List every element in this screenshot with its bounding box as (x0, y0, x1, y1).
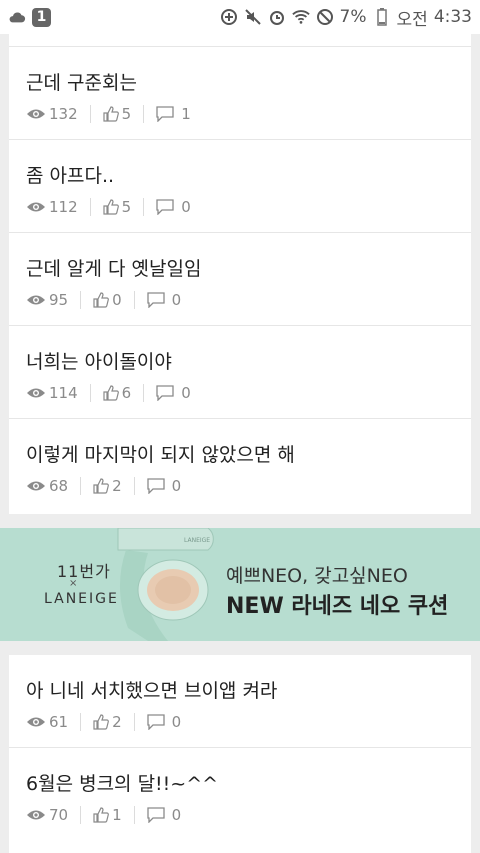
ad-headline: NEW 라네즈 네오 쿠션 (226, 594, 449, 619)
meta-divider (133, 713, 135, 731)
post-meta: 95 0 0 (26, 289, 181, 311)
meta-divider (133, 291, 135, 309)
eye-icon (27, 295, 45, 305)
view-count: 114 (49, 384, 78, 402)
eye-icon (27, 717, 45, 727)
comment-count: 0 (171, 713, 182, 731)
meta-divider (143, 384, 145, 402)
like-count: 1 (112, 806, 122, 824)
meta-divider (133, 477, 135, 495)
mute-icon (244, 8, 262, 26)
meta-divider (89, 198, 91, 216)
meta-divider (80, 713, 82, 731)
comment-count: 1 (181, 105, 191, 123)
view-count: 68 (49, 477, 69, 495)
wifi-icon (291, 8, 310, 26)
meta-divider (143, 198, 145, 216)
eye-icon (27, 810, 45, 820)
ad-banner[interactable]: 11번가 × LANEIGE LANEIGE 예쁘NEO, 갖고싶NEO NEW… (0, 528, 480, 641)
comment-icon (156, 385, 174, 401)
post-item[interactable]: 이렇게 마지막이 되지 않았으면 해 68 2 0 (9, 419, 471, 512)
thumbs-up-icon (93, 714, 109, 730)
meta-divider (80, 806, 82, 824)
post-title: 아 니네 서치했으면 브이앱 켜라 (26, 680, 278, 702)
thumbs-up-icon (93, 478, 109, 494)
partner-logo: 11번가 (57, 562, 111, 581)
comment-count: 0 (171, 806, 182, 824)
eye-icon (27, 202, 45, 212)
post-meta: 112 5 0 (26, 196, 191, 218)
post-item[interactable]: 아 니네 서치했으면 브이앱 켜라 61 2 0 (9, 655, 471, 748)
comment-icon (146, 292, 165, 308)
comment-icon (156, 106, 174, 122)
thumbs-up-icon (103, 199, 119, 215)
no-signal-icon (316, 8, 334, 26)
eye-icon (27, 109, 45, 119)
thumbs-up-icon (93, 807, 109, 823)
thumbs-up-icon (103, 385, 119, 401)
comment-icon (156, 199, 174, 215)
cloud-icon (8, 8, 26, 26)
post-meta: 68 2 0 (26, 475, 181, 497)
meta-divider (89, 105, 91, 123)
comment-count: 0 (181, 198, 191, 216)
post-item[interactable]: 6월은 병크의 달!!~^^ 70 1 0 (9, 748, 471, 841)
post-title: 근데 알게 다 옛날일임 (26, 258, 202, 280)
product-image: LANEIGE (117, 528, 214, 641)
post-list-previous-edge (9, 34, 471, 47)
meta-divider (89, 384, 91, 402)
comment-icon (146, 478, 165, 494)
post-meta: 61 2 0 (26, 711, 181, 733)
view-count: 132 (49, 105, 78, 123)
comment-count: 0 (171, 291, 182, 309)
battery-icon (373, 8, 391, 26)
post-meta: 132 5 1 (26, 103, 191, 125)
notification-count-badge: 1 (32, 7, 51, 27)
meta-divider (143, 105, 145, 123)
battery-percent: 7% (339, 7, 367, 27)
like-count: 5 (121, 105, 132, 123)
time-clock: 4:33 (433, 7, 472, 27)
post-item[interactable]: 너희는 아이돌이야 114 6 0 (9, 326, 471, 419)
comment-icon (146, 807, 165, 823)
post-list-top: 근데 구준회는 132 5 1 좀 아프다.. 112 5 0 근데 알게 다 … (9, 34, 471, 514)
ad-tagline: 예쁘NEO, 갖고싶NEO (226, 565, 408, 587)
view-count: 61 (49, 713, 69, 731)
post-list-bottom: 아 니네 서치했으면 브이앱 켜라 61 2 0 6월은 병크의 달!!~^^ … (9, 655, 471, 853)
post-title: 이렇게 마지막이 되지 않았으면 해 (26, 444, 295, 466)
like-count: 2 (112, 477, 122, 495)
view-count: 70 (49, 806, 69, 824)
post-item[interactable]: 근데 구준회는 132 5 1 (9, 47, 471, 140)
like-count: 6 (121, 384, 132, 402)
time-ampm: 오전 (396, 9, 428, 30)
status-bar: 1 7% 오전 4:33 (0, 0, 480, 34)
post-meta: 114 6 0 (26, 382, 191, 404)
comment-count: 0 (171, 477, 182, 495)
collab-x-mark: × (69, 578, 78, 589)
post-meta: 70 1 0 (26, 804, 181, 826)
product-brand-label: LANEIGE (184, 537, 210, 544)
view-count: 95 (49, 291, 69, 309)
post-title: 6월은 병크의 달!!~^^ (26, 773, 219, 795)
view-count: 112 (49, 198, 78, 216)
thumbs-up-icon (103, 106, 119, 122)
thumbs-up-icon (93, 292, 109, 308)
like-count: 0 (112, 291, 122, 309)
post-item[interactable]: 근데 알게 다 옛날일임 95 0 0 (9, 233, 471, 326)
eye-icon (27, 481, 45, 491)
meta-divider (133, 806, 135, 824)
post-title: 너희는 아이돌이야 (26, 351, 172, 373)
post-title: 좀 아프다.. (26, 165, 115, 187)
like-count: 2 (112, 713, 122, 731)
alarm-icon (268, 8, 286, 26)
meta-divider (80, 477, 82, 495)
post-title: 근데 구준회는 (26, 72, 137, 94)
meta-divider (80, 291, 82, 309)
comment-count: 0 (181, 384, 191, 402)
data-saver-icon (220, 8, 238, 26)
comment-icon (146, 714, 165, 730)
post-item[interactable]: 좀 아프다.. 112 5 0 (9, 140, 471, 233)
like-count: 5 (121, 198, 132, 216)
eye-icon (27, 388, 45, 398)
